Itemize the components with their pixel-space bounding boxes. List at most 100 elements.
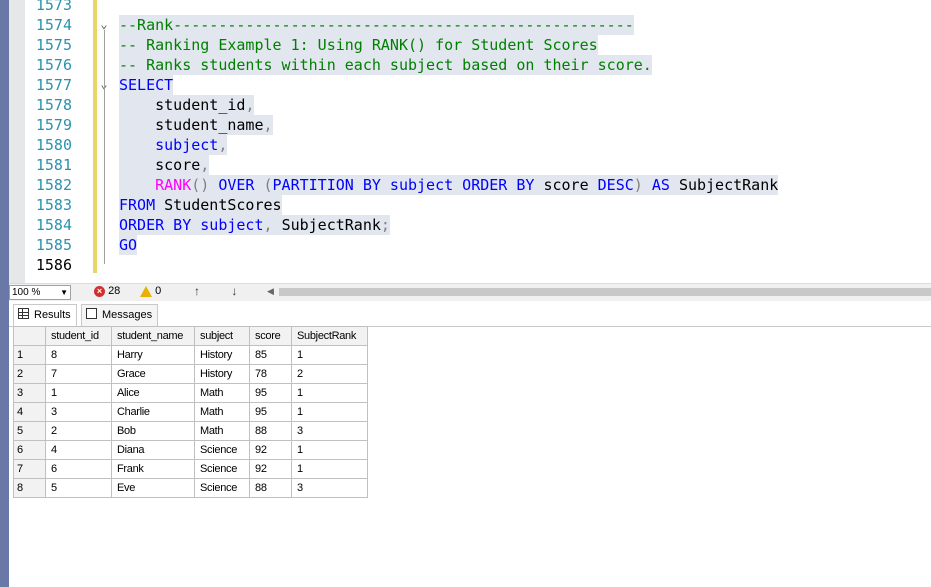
table-cell[interactable]: Charlie xyxy=(111,402,195,422)
table-cell[interactable]: 2 xyxy=(45,421,112,441)
code-line[interactable]: 1574 ⌄ --Rank-----------------------------… xyxy=(25,15,931,35)
code-line[interactable]: 1579 student_name, xyxy=(25,115,931,135)
horizontal-scrollbar[interactable] xyxy=(279,288,931,296)
row-number[interactable]: 5 xyxy=(13,421,46,441)
row-header-corner[interactable] xyxy=(13,326,46,346)
tab-results[interactable]: Results xyxy=(13,304,77,327)
warning-count[interactable]: 0 xyxy=(140,285,161,297)
row-number[interactable]: 7 xyxy=(13,459,46,479)
column-header[interactable]: score xyxy=(249,326,292,346)
table-cell[interactable]: 1 xyxy=(291,440,368,460)
code-token: AS xyxy=(651,176,679,194)
table-cell[interactable]: 85 xyxy=(249,345,292,365)
code-token: score xyxy=(119,156,201,174)
code-line[interactable]: 1581 score, xyxy=(25,155,931,175)
table-cell[interactable]: Diana xyxy=(111,440,195,460)
table-cell[interactable]: 4 xyxy=(45,440,112,460)
code-line[interactable]: 1575 -- Ranking Example 1: Using RANK() f… xyxy=(25,35,931,55)
table-cell[interactable]: 1 xyxy=(291,383,368,403)
query-editor[interactable]: 1573 1574 ⌄ --Rank-------------------------… xyxy=(25,0,931,283)
code-token: SubjectRank xyxy=(678,176,779,194)
tab-messages-label: Messages xyxy=(102,309,153,321)
table-row[interactable]: 2 7 Grace History 78 2 xyxy=(13,364,368,384)
table-row[interactable]: 1 8 Harry History 85 1 xyxy=(13,345,368,365)
code-line[interactable]: 1576 -- Ranks students within each subjec… xyxy=(25,55,931,75)
table-cell[interactable]: 5 xyxy=(45,478,112,498)
table-cell[interactable]: 88 xyxy=(249,421,292,441)
table-cell[interactable]: 92 xyxy=(249,440,292,460)
code-token: ) xyxy=(633,176,652,194)
table-cell[interactable]: 3 xyxy=(45,402,112,422)
row-number[interactable]: 2 xyxy=(13,364,46,384)
table-cell[interactable]: Frank xyxy=(111,459,195,479)
code-token: ; xyxy=(380,216,390,234)
code-text: student_id, xyxy=(119,95,255,115)
table-cell[interactable]: Math xyxy=(194,402,250,422)
code-text: score, xyxy=(119,155,210,175)
table-cell[interactable]: Harry xyxy=(111,345,195,365)
table-cell[interactable]: 7 xyxy=(45,364,112,384)
code-token: --Rank----------------------------------… xyxy=(119,16,634,34)
table-cell[interactable]: 78 xyxy=(249,364,292,384)
code-line[interactable]: 1586 xyxy=(25,255,931,275)
table-cell[interactable]: Science xyxy=(194,459,250,479)
table-row[interactable]: 8 5 Eve Science 88 3 xyxy=(13,478,368,498)
code-line[interactable]: 1573 xyxy=(25,0,931,15)
table-cell[interactable]: Alice xyxy=(111,383,195,403)
code-line[interactable]: 1578 student_id, xyxy=(25,95,931,115)
table-cell[interactable]: Grace xyxy=(111,364,195,384)
navigate-issues-buttons[interactable]: ↑ ↓ xyxy=(194,284,251,298)
table-row[interactable]: 6 4 Diana Science 92 1 xyxy=(13,440,368,460)
table-cell[interactable]: Science xyxy=(194,478,250,498)
table-cell[interactable]: 6 xyxy=(45,459,112,479)
row-number[interactable]: 4 xyxy=(13,402,46,422)
table-cell[interactable]: History xyxy=(194,345,250,365)
code-text: --Rank----------------------------------… xyxy=(119,15,634,35)
table-cell[interactable]: 3 xyxy=(291,421,368,441)
code-text: -- Ranking Example 1: Using RANK() for S… xyxy=(119,35,598,55)
table-cell[interactable]: Math xyxy=(194,421,250,441)
table-cell[interactable]: Bob xyxy=(111,421,195,441)
row-number[interactable]: 8 xyxy=(13,478,46,498)
results-grid[interactable]: student_id student_name subject score Subjec… xyxy=(13,326,368,498)
table-cell[interactable]: 95 xyxy=(249,402,292,422)
table-cell[interactable]: 88 xyxy=(249,478,292,498)
table-cell[interactable]: Science xyxy=(194,440,250,460)
error-count[interactable]: × 28 xyxy=(94,285,120,297)
code-line[interactable]: 1582 RANK() OVER (PARTITION BY subject O… xyxy=(25,175,931,195)
column-header[interactable]: student_id xyxy=(45,326,112,346)
code-line[interactable]: 1585 GO xyxy=(25,235,931,255)
table-cell[interactable]: 1 xyxy=(45,383,112,403)
table-cell[interactable]: 1 xyxy=(291,459,368,479)
table-cell[interactable]: 8 xyxy=(45,345,112,365)
column-header[interactable]: SubjectRank xyxy=(291,326,368,346)
table-row[interactable]: 5 2 Bob Math 88 3 xyxy=(13,421,368,441)
table-row[interactable]: 7 6 Frank Science 92 1 xyxy=(13,459,368,479)
code-line[interactable]: 1580 subject, xyxy=(25,135,931,155)
code-line[interactable]: 1583 FROM StudentScores xyxy=(25,195,931,215)
row-number[interactable]: 6 xyxy=(13,440,46,460)
column-header[interactable]: student_name xyxy=(111,326,195,346)
table-cell[interactable]: 1 xyxy=(291,402,368,422)
table-cell[interactable]: 2 xyxy=(291,364,368,384)
table-cell[interactable]: 1 xyxy=(291,345,368,365)
zoom-dropdown[interactable]: 100 % ▼ xyxy=(9,285,71,300)
code-text: RANK() OVER (PARTITION BY subject ORDER … xyxy=(119,175,779,195)
row-number[interactable]: 1 xyxy=(13,345,46,365)
row-number[interactable]: 3 xyxy=(13,383,46,403)
code-line[interactable]: 1577⌄SELECT xyxy=(25,75,931,95)
scroll-left-arrow-icon[interactable]: ◀ xyxy=(267,286,274,297)
code-token: -- Ranks students within each subject ba… xyxy=(119,56,652,74)
table-cell[interactable]: Eve xyxy=(111,478,195,498)
column-header[interactable]: subject xyxy=(194,326,250,346)
tab-messages[interactable]: Messages xyxy=(81,304,159,326)
table-row[interactable]: 4 3 Charlie Math 95 1 xyxy=(13,402,368,422)
table-cell[interactable]: 95 xyxy=(249,383,292,403)
table-row[interactable]: 3 1 Alice Math 95 1 xyxy=(13,383,368,403)
code-line[interactable]: 1584 ORDER BY subject, SubjectRank; xyxy=(25,215,931,235)
table-cell[interactable]: History xyxy=(194,364,250,384)
table-cell[interactable]: 92 xyxy=(249,459,292,479)
table-cell[interactable]: Math xyxy=(194,383,250,403)
table-cell[interactable]: 3 xyxy=(291,478,368,498)
line-number: 1581 xyxy=(35,156,72,174)
